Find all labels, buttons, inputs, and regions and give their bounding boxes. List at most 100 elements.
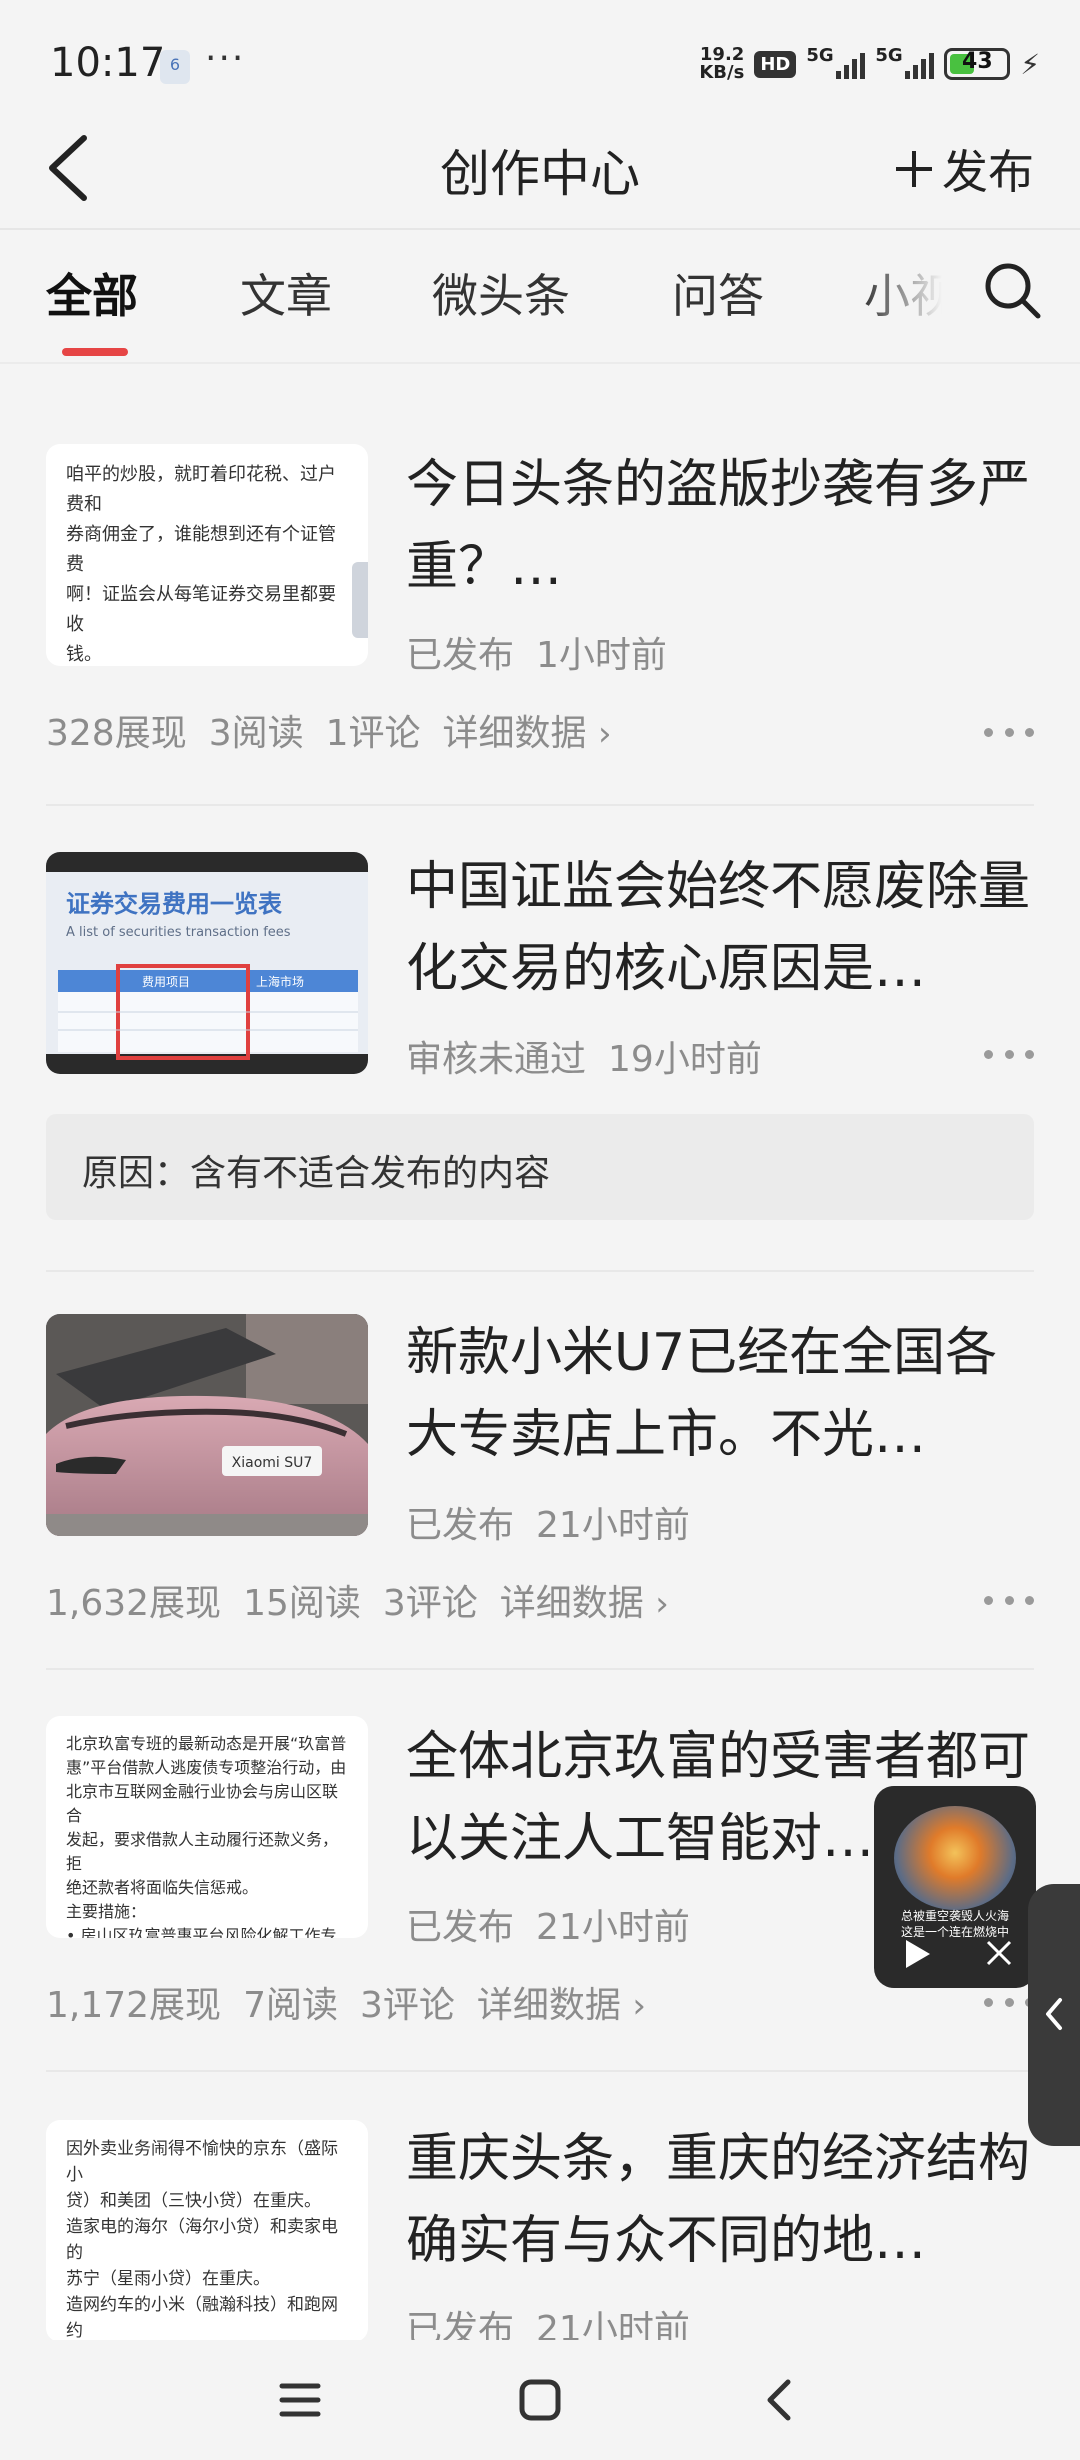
svg-text:证券交易费用一览表: 证券交易费用一览表 (66, 890, 283, 918)
article-status: 已发布 (406, 635, 515, 676)
thumb-line: 咱平的炒股，就盯着印花税、过户费和 (66, 464, 336, 515)
tab-micro-posts[interactable]: 微头条 (432, 260, 570, 326)
more-options-button[interactable] (984, 1590, 1034, 1610)
close-icon (986, 1940, 1012, 1966)
item-divider (46, 1270, 1034, 1272)
charging-icon: ⚡ (1020, 47, 1040, 81)
side-drawer-handle[interactable] (1028, 1884, 1080, 2146)
item-divider (46, 804, 1034, 806)
article-meta: 已发布 21小时前 (406, 1496, 712, 1548)
thumb-text: 因外卖业务闹得不愉快的京东（盛际小 贷）和美团（三快小贷）在重庆。 造家电的海尔（海… (46, 2120, 368, 2342)
comments: 3评论 (382, 1583, 478, 1624)
tab-articles[interactable]: 文章 (240, 260, 332, 326)
thumb-line: 北京玖富专班的最新动态是开展“玖富普 (66, 1734, 347, 1753)
signal-icon: 5G (806, 45, 866, 79)
details-label: 详细数据 (499, 1583, 644, 1624)
details-link[interactable]: 详细数据 › (500, 1574, 669, 1626)
tab-all[interactable]: 全部 (46, 260, 138, 326)
signal-label: 5G (806, 45, 834, 66)
tabs-divider (0, 362, 1080, 364)
play-button[interactable] (898, 1936, 934, 1972)
chevron-right-icon: › (655, 1584, 669, 1624)
article-thumbnail: 因外卖业务闹得不愉快的京东（盛际小 贷）和美团（三快小贷）在重庆。 造家电的海尔（海… (46, 2120, 368, 2342)
search-icon (985, 263, 1041, 319)
impressions: 1,632展现 (46, 1583, 222, 1624)
tab-fade (862, 250, 962, 330)
thumb-side-handle (352, 562, 368, 638)
thumb-line: 主要措施： (66, 1902, 147, 1921)
notification-icon: 6 (160, 50, 190, 84)
details-link[interactable]: 详细数据 › (477, 1976, 646, 2028)
battery-percent: 43 (962, 49, 993, 74)
tab-bar: 全部 文章 微头条 问答 小视 (0, 230, 1080, 360)
svg-text:上海市场: 上海市场 (256, 974, 304, 989)
plus-icon (896, 151, 932, 187)
active-tab-indicator (62, 348, 128, 356)
more-options-button[interactable] (984, 1044, 1034, 1064)
article-status: 审核未通过 (406, 1039, 587, 1080)
article-title[interactable]: 今日头条的盗版抄袭有多严重？… (406, 444, 1036, 608)
tab-qa[interactable]: 问答 (672, 260, 764, 326)
reads: 7阅读 (243, 1985, 338, 2026)
impressions: 1,172展现 (46, 1985, 222, 2026)
article-stats: 328展现 3阅读 1评论 详细数据 › (46, 704, 612, 756)
search-button[interactable] (980, 258, 1044, 322)
thumb-line: 贷）和美团（三快小贷）在重庆。 (66, 2191, 321, 2211)
article-title[interactable]: 新款小米U7已经在全国各大专卖店上市。不光… (406, 1312, 1036, 1476)
thumb-line: 造网约车的小米（融瀚科技）和跑网约 (66, 2295, 338, 2341)
home-button[interactable] (510, 2370, 570, 2430)
thumb-line: 造家电的海尔（海尔小贷）和卖家电的 (66, 2217, 338, 2263)
reads: 3阅读 (208, 713, 304, 754)
header: 创作中心 发布 (0, 110, 1080, 230)
article-time: 21小时前 (536, 1505, 690, 1546)
back-triangle-icon (767, 2379, 791, 2421)
more-options-button[interactable] (984, 722, 1034, 742)
battery-icon: 43 (944, 48, 1011, 80)
article-title[interactable]: 重庆头条，重庆的经济结构确实有与众不同的地… (406, 2118, 1036, 2282)
details-label: 详细数据 (442, 713, 587, 754)
article-thumbnail: 咱平的炒股，就盯着印花税、过户费和 券商佣金了，谁能想到还有个证管费 啊！证监会从每… (46, 444, 368, 666)
thumb-line: 惠”平台借款人逃废债专项整治行动，由 (66, 1758, 347, 1777)
fee-table-image: 证券交易费用一览表 A list of securities transacti… (46, 852, 368, 1074)
chevron-left-icon (1046, 1998, 1062, 2030)
thumb-line: 发起，要求借款人主动履行还款义务，拒 (66, 1830, 339, 1873)
net-speed: 19.2 KB/s (699, 46, 744, 82)
system-nav-bar (0, 2340, 1080, 2460)
details-label: 详细数据 (476, 1985, 621, 2026)
comments: 3评论 (359, 1985, 455, 2026)
thumb-text: 咱平的炒股，就盯着印花税、过户费和 券商佣金了，谁能想到还有个证管费 啊！证监会从每… (46, 444, 368, 666)
signal-icon-2: 5G (875, 45, 935, 79)
thumb-line: 苏宁（星雨小贷）在重庆。 (66, 2269, 270, 2289)
item-divider (46, 2070, 1034, 2072)
thumb-text: 北京玖富专班的最新动态是开展“玖富普 惠”平台借款人逃废债专项整治行动，由北京市互… (46, 1716, 368, 1938)
more-options-button[interactable] (984, 1992, 1034, 2012)
article-title[interactable]: 中国证监会始终不愿废除量化交易的核心原因是… (406, 846, 1036, 1010)
article-meta: 已发布 21小时前 (406, 1898, 712, 1950)
system-back-button[interactable] (750, 2370, 810, 2430)
article-thumbnail: 证券交易费用一览表 A list of securities transacti… (46, 852, 368, 1074)
recent-apps-button[interactable] (270, 2370, 330, 2430)
impressions: 328展现 (46, 713, 187, 754)
chevron-right-icon: › (632, 1986, 646, 2026)
video-thumbnail[interactable] (894, 1806, 1016, 1910)
article-time: 1小时前 (536, 635, 667, 676)
comments: 1评论 (325, 713, 421, 754)
publish-button[interactable]: 发布 (894, 136, 1034, 202)
article-stats: 1,632展现 15阅读 3评论 详细数据 › (46, 1574, 669, 1626)
reject-reason: 原因：含有不适合发布的内容 (46, 1114, 1034, 1220)
net-speed-unit: KB/s (699, 62, 745, 83)
menu-icon (279, 2383, 321, 2417)
svg-text:Xiaomi SU7: Xiaomi SU7 (232, 1455, 313, 1471)
thumb-line: 北京市互联网金融行业协会与房山区联合 (66, 1782, 339, 1825)
article-meta: 审核未通过 19小时前 (406, 1030, 784, 1082)
close-video-button[interactable] (984, 1938, 1014, 1968)
publish-label: 发布 (942, 145, 1034, 199)
details-link[interactable]: 详细数据 › (443, 704, 612, 756)
chevron-right-icon: › (598, 714, 612, 754)
reads: 15阅读 (243, 1583, 361, 1624)
thumb-line: 券商佣金了，谁能想到还有个证管费 (66, 524, 336, 575)
article-thumbnail: 北京玖富专班的最新动态是开展“玖富普 惠”平台借款人逃废债专项整治行动，由北京市互… (46, 1716, 368, 1938)
thumb-line: 啊！证监会从每笔证券交易里都要收 (66, 584, 336, 635)
floating-video-player[interactable]: 总被重空袭毁人火海 这是一个连在燃烧中 (874, 1786, 1036, 1988)
article-meta: 已发布 1小时前 (406, 626, 689, 678)
